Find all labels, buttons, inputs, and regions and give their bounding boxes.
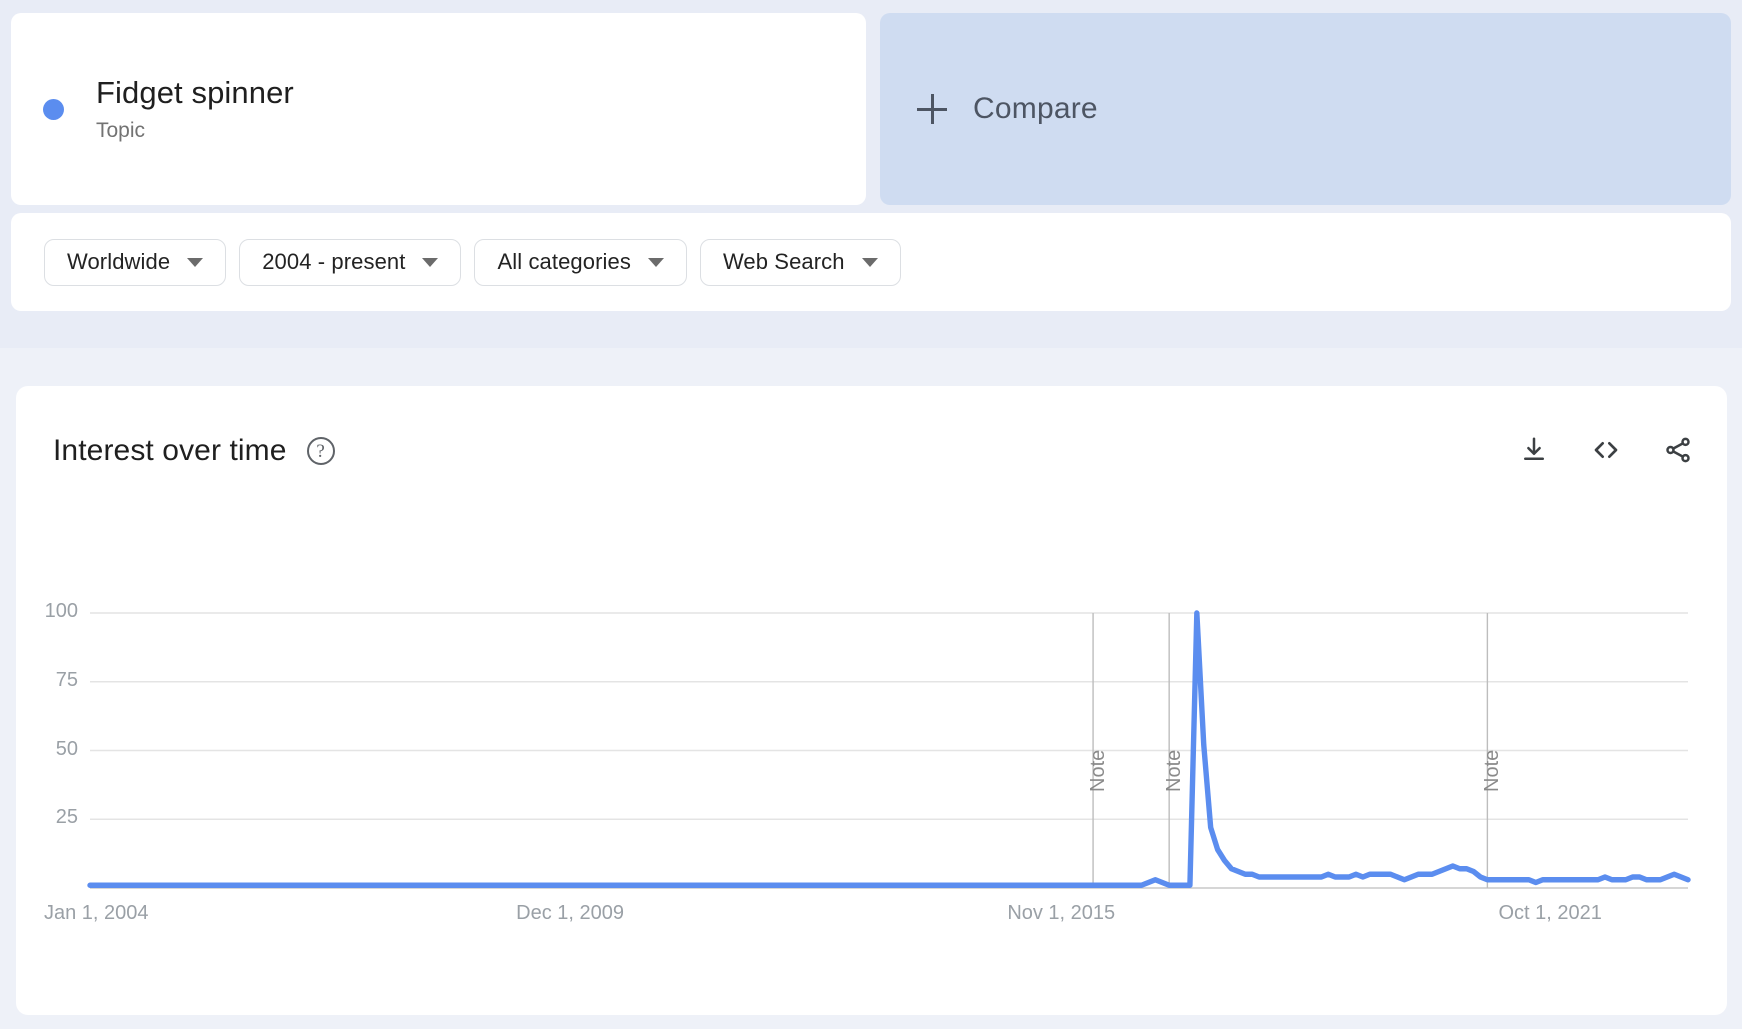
chevron-down-icon: [187, 257, 204, 267]
chart-toolbar: [1518, 434, 1694, 466]
search-term-card[interactable]: Fidget spinner Topic: [11, 13, 866, 205]
x-axis-tick-label: Nov 1, 2015: [1007, 902, 1116, 924]
x-axis-tick-label: Dec 1, 2009: [516, 902, 625, 924]
search-term-label: Fidget spinner: [96, 74, 294, 110]
x-axis-tick-label: Jan 1, 2004: [44, 902, 149, 924]
search-term-type: Topic: [96, 119, 146, 143]
embed-code-icon[interactable]: [1590, 434, 1622, 466]
trend-line-chart: [87, 610, 1691, 889]
location-dropdown[interactable]: Worldwide: [44, 238, 227, 286]
chevron-down-icon: [861, 257, 878, 267]
search-term-text: Fidget spinner Topic: [96, 75, 294, 144]
time-range-dropdown[interactable]: 2004 - present: [239, 238, 462, 286]
y-axis-tick-label: 25: [55, 806, 78, 829]
plus-icon: [917, 94, 947, 124]
compare-label: Compare: [973, 92, 1098, 125]
help-icon[interactable]: ?: [306, 437, 335, 465]
category-dropdown-label: All categories: [497, 249, 631, 274]
chart-header: Interest over time ?: [53, 434, 335, 468]
location-dropdown-label: Worldwide: [67, 249, 171, 274]
y-axis-tick-label: 75: [55, 668, 78, 691]
y-axis-tick-label: 50: [55, 737, 78, 760]
compare-button[interactable]: Compare: [880, 13, 1731, 205]
interest-over-time-card: Interest over time ? 100 75 50 25 Jan 1,…: [16, 386, 1727, 1015]
search-type-dropdown-label: Web Search: [722, 249, 845, 274]
chart-note-annotation[interactable]: Note: [1087, 750, 1110, 792]
query-row: Fidget spinner Topic Compare: [11, 13, 1731, 205]
chevron-down-icon: [647, 257, 664, 267]
chart-plot-area: 100 75 50 25 Jan 1, 2004 Dec 1, 2009 Nov 1, 20…: [16, 386, 1727, 1015]
chart-note-annotation[interactable]: Note: [1481, 750, 1504, 792]
y-axis-tick-label: 100: [44, 600, 78, 622]
download-icon[interactable]: [1518, 434, 1550, 466]
chart-note-annotation[interactable]: Note: [1163, 750, 1186, 792]
google-trends-page: Fidget spinner Topic Compare Worldwide 2…: [0, 0, 1742, 1029]
category-dropdown[interactable]: All categories: [474, 238, 687, 286]
page-title: Interest over time: [53, 434, 287, 467]
series-color-dot: [43, 98, 64, 120]
x-axis-tick-label: Oct 1, 2021: [1498, 902, 1602, 924]
chevron-down-icon: [422, 257, 439, 267]
filter-bar: Worldwide 2004 - present All categories …: [11, 213, 1731, 311]
search-type-dropdown[interactable]: Web Search: [699, 238, 901, 286]
time-range-dropdown-label: 2004 - present: [262, 249, 406, 274]
share-icon[interactable]: [1662, 434, 1694, 466]
